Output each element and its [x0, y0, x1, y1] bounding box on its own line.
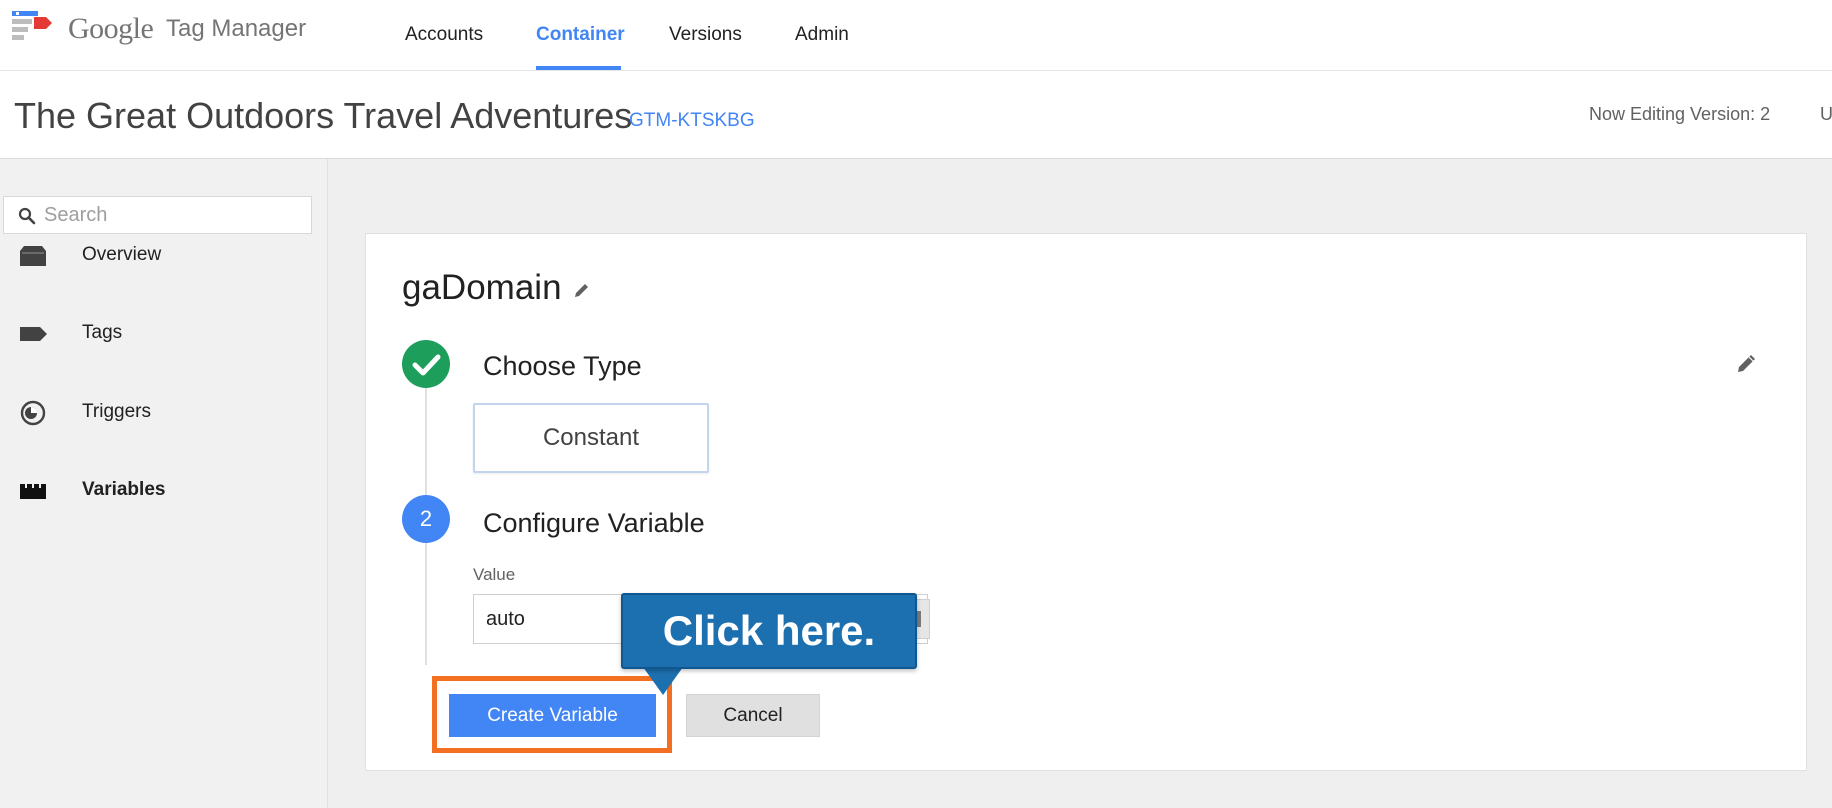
truncated-status-text: U: [1820, 104, 1832, 124]
value-field-label: Value: [473, 565, 516, 584]
variables-icon: [20, 484, 46, 499]
sidebar-item-label: Variables: [82, 479, 166, 500]
sidebar-item-triggers[interactable]: Triggers: [0, 383, 326, 443]
step-number-badge: 2: [402, 495, 450, 543]
container-name: The Great Outdoors Travel Adventures: [14, 95, 633, 136]
container-header: The Great Outdoors Travel Adventures GTM…: [0, 71, 1832, 159]
tutorial-highlight-box: [432, 676, 672, 753]
cancel-button[interactable]: Cancel: [686, 694, 820, 737]
variable-name-title: gaDomain: [402, 268, 562, 307]
nav-accounts[interactable]: Accounts: [405, 0, 483, 70]
nav-versions[interactable]: Versions: [669, 0, 742, 70]
top-bar: Google Tag Manager Accounts Container Ve…: [0, 0, 1832, 71]
tutorial-callout: Click here.: [621, 593, 917, 669]
configure-variable-heading: Configure Variable: [483, 508, 705, 538]
product-name: Tag Manager: [166, 15, 307, 42]
callout-pointer: [643, 667, 683, 695]
search-icon: [18, 207, 36, 225]
checkmark-icon: [412, 354, 441, 376]
sidebar-item-label: Tags: [82, 322, 123, 343]
trigger-icon: [20, 400, 46, 426]
choose-type-heading: Choose Type: [483, 351, 642, 381]
pencil-icon[interactable]: [1735, 351, 1759, 375]
editing-version-status: Now Editing Version: 2: [1589, 104, 1771, 124]
tag-manager-logo-icon: [12, 11, 52, 40]
sidebar-item-tags[interactable]: Tags: [0, 304, 326, 364]
folder-icon: [20, 246, 46, 266]
container-id-link[interactable]: GTM-KTSKBG: [629, 110, 755, 132]
nav-admin[interactable]: Admin: [795, 0, 849, 70]
step-complete-indicator: [402, 340, 450, 388]
sidebar-item-label: Triggers: [82, 401, 151, 422]
tag-icon: [20, 327, 47, 341]
google-wordmark: Google: [68, 12, 154, 45]
variable-type-card[interactable]: Constant: [473, 403, 709, 473]
sidebar: Overview Tags Triggers Variables: [0, 159, 328, 808]
sidebar-item-label: Overview: [82, 244, 162, 265]
sidebar-item-overview[interactable]: Overview: [0, 226, 326, 286]
nav-container[interactable]: Container: [536, 0, 625, 70]
active-nav-underline: [536, 66, 621, 70]
pencil-icon[interactable]: [572, 280, 592, 300]
sidebar-item-variables[interactable]: Variables: [0, 461, 326, 521]
